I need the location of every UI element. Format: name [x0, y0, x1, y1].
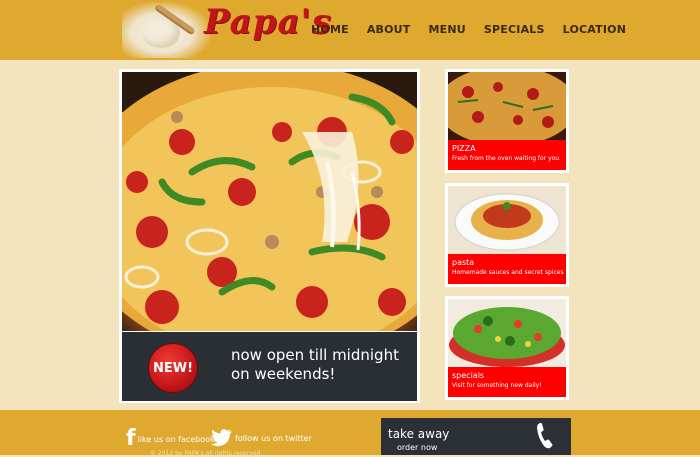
- facebook-text: like us on facebook: [137, 434, 215, 444]
- side-desc: Visit for something new daily!: [452, 382, 542, 389]
- dough-illustration: [122, 2, 210, 58]
- pasta-thumbnail: [448, 186, 566, 254]
- site-header: Papa's HOME ABOUT MENU SPECIALS LOCATION: [0, 0, 700, 60]
- hero-caption-text: now open till midnight on weekends!: [231, 346, 411, 384]
- side-label-pizza: PIZZA Fresh from the oven waiting for yo…: [448, 140, 566, 170]
- nav-specials[interactable]: SPECIALS: [484, 23, 545, 36]
- nav-menu[interactable]: MENU: [429, 23, 466, 36]
- caption-line-1: now open till midnight: [231, 346, 399, 364]
- nav-location[interactable]: LOCATION: [563, 23, 626, 36]
- side-card-specials[interactable]: specials Visit for something new daily!: [445, 296, 569, 400]
- copyright: © 2012 by PAPA's all rights reserved: [150, 450, 261, 457]
- pizza-thumbnail: [448, 72, 566, 140]
- logo[interactable]: Papa's: [122, 0, 331, 60]
- takeaway-title: take away: [388, 427, 450, 441]
- side-desc: Fresh from the oven waiting for you: [452, 155, 560, 162]
- facebook-link[interactable]: f like us on facebook: [126, 426, 215, 451]
- new-badge: NEW!: [148, 343, 198, 393]
- side-card-pasta[interactable]: pasta Homemade sauces and secret spices: [445, 183, 569, 287]
- twitter-link[interactable]: follow us on twitter: [211, 429, 312, 447]
- side-title: pasta: [452, 258, 475, 267]
- side-card-pizza[interactable]: PIZZA Fresh from the oven waiting for yo…: [445, 69, 569, 173]
- side-title: PIZZA: [452, 144, 476, 153]
- hero-banner[interactable]: NEW! now open till midnight on weekends!: [119, 69, 420, 403]
- takeaway-panel[interactable]: take away order now: [381, 418, 571, 455]
- phone-icon: [537, 422, 553, 449]
- pizza-illustration: [122, 72, 417, 331]
- nav-home[interactable]: HOME: [311, 23, 349, 36]
- takeaway-subtitle: order now: [397, 443, 438, 452]
- nav-about[interactable]: ABOUT: [367, 23, 411, 36]
- hero-caption: NEW! now open till midnight on weekends!: [122, 332, 417, 401]
- side-title: specials: [452, 371, 485, 380]
- caption-line-2: on weekends!: [231, 365, 336, 383]
- side-label-specials: specials Visit for something new daily!: [448, 367, 566, 397]
- twitter-bird-icon: [211, 429, 232, 447]
- twitter-text: follow us on twitter: [235, 433, 312, 443]
- facebook-icon: f: [126, 426, 136, 451]
- side-label-pasta: pasta Homemade sauces and secret spices: [448, 254, 566, 284]
- site-footer: f like us on facebook follow us on twitt…: [0, 410, 700, 457]
- main-nav: HOME ABOUT MENU SPECIALS LOCATION: [311, 23, 644, 36]
- side-desc: Homemade sauces and secret spices: [452, 269, 564, 276]
- salad-thumbnail: [448, 299, 566, 367]
- hero-pizza-image: [122, 72, 417, 331]
- logo-text: Papa's: [204, 2, 333, 42]
